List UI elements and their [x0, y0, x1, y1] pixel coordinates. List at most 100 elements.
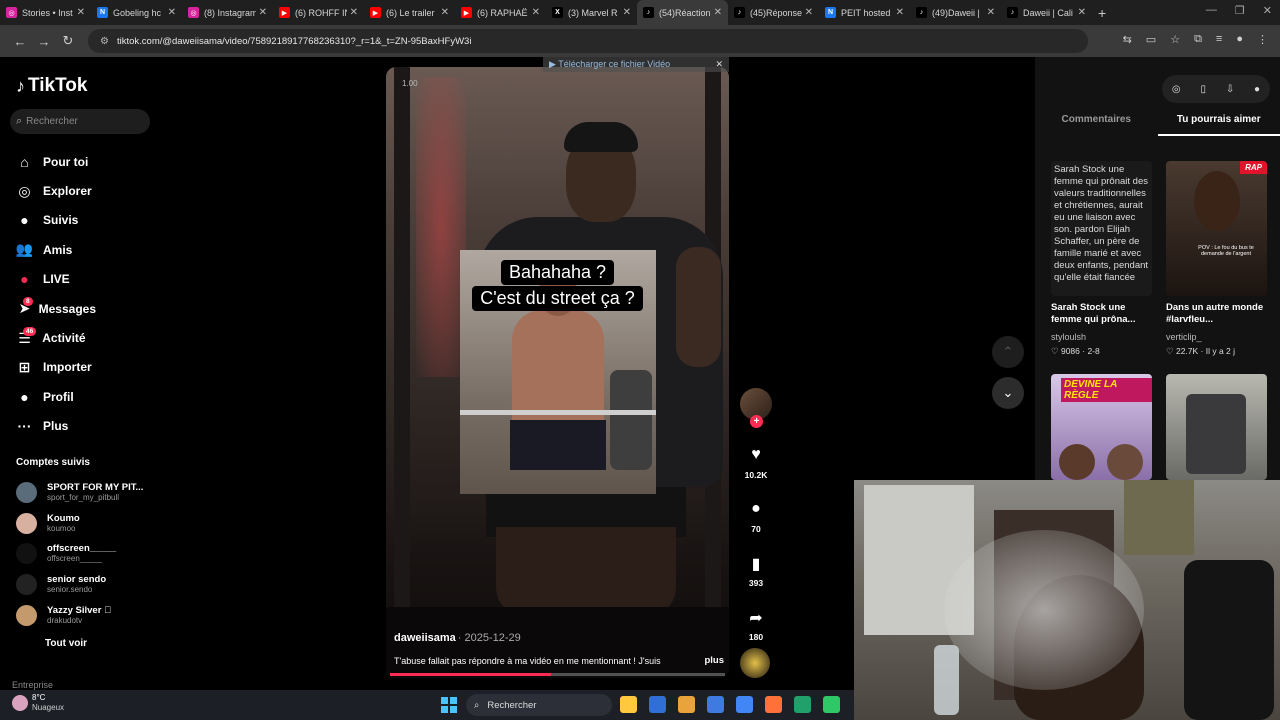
tab-close-icon[interactable]: ✕ — [77, 7, 85, 18]
recommended-card[interactable]: DEVINE LA RÈGLE — [1051, 374, 1152, 480]
taskbar-app-icon[interactable] — [765, 696, 782, 713]
card-thumbnail[interactable]: RAP POV : Le fou du bus te demande de l'… — [1166, 161, 1267, 296]
browser-tab[interactable]: ♪ Daweii | Cali ✕ — [1001, 0, 1092, 25]
footer-entreprise[interactable]: Entreprise — [12, 680, 53, 690]
close-window-icon[interactable]: ✕ — [1263, 4, 1272, 17]
browser-tab[interactable]: ♪ (45)Réponse ✕ — [728, 0, 819, 25]
compass-icon[interactable]: ◎ — [1172, 84, 1181, 95]
taskbar-app-icon[interactable] — [736, 696, 753, 713]
comment-action[interactable]: ● 70 — [738, 500, 774, 534]
followed-account[interactable]: senior sendo senior.sendo — [16, 569, 143, 600]
taskbar-app-icon[interactable] — [649, 696, 666, 713]
tab-close-icon[interactable]: ✕ — [623, 7, 631, 18]
browser-tab[interactable]: ▶ (6) RAPHAË ✕ — [455, 0, 546, 25]
search-input[interactable]: ⌕ Rechercher — [10, 109, 150, 134]
sidebar-item-home[interactable]: ⌂ Pour toi — [16, 147, 96, 176]
tab-close-icon[interactable]: ✕ — [532, 7, 540, 18]
sidebar-item-messages[interactable]: ➤ 8 Messages — [16, 294, 96, 323]
share-icon[interactable]: ➦ — [738, 608, 774, 627]
recommended-card[interactable]: Sarah Stock une femme qui prônait des va… — [1051, 161, 1152, 357]
author-name[interactable]: daweiisama — [394, 632, 456, 644]
download-icon[interactable]: ⇩ — [1226, 84, 1234, 95]
browser-tab[interactable]: ◎ Stories • Inst ✕ — [0, 0, 91, 25]
browser-tab[interactable]: ♪ (49)Daweii | ✕ — [910, 0, 1001, 25]
tab-close-icon[interactable]: ✕ — [1078, 7, 1086, 18]
taskbar-app-icon[interactable] — [620, 696, 637, 713]
taskbar-app-icon[interactable] — [707, 696, 724, 713]
sidebar-item-explore[interactable]: ◎ Explorer — [16, 176, 96, 205]
url-field[interactable]: ⚙ tiktok.com/@daweiisama/video/758921891… — [88, 29, 1088, 53]
sidebar-item-following[interactable]: ● Suivis — [16, 206, 96, 235]
extensions-icon[interactable]: ⧉ — [1194, 33, 1202, 46]
bookmark-icon[interactable]: ▮ — [738, 554, 774, 573]
user-avatar[interactable]: ● — [1254, 84, 1260, 95]
followed-account[interactable]: Koumo koumoo — [16, 508, 143, 539]
cast-icon[interactable]: ▭ — [1146, 33, 1156, 46]
taskbar-app-icon[interactable] — [678, 696, 695, 713]
browser-tab[interactable]: ◎ (8) Instagram ✕ — [182, 0, 273, 25]
tab-close-icon[interactable]: ✕ — [259, 7, 267, 18]
browser-tab[interactable]: N Gobeling hc ✕ — [91, 0, 182, 25]
sidebar-item-profile[interactable]: ● Profil — [16, 382, 96, 411]
followed-account[interactable]: offscreen_____ offscreen_____ — [16, 538, 143, 569]
card-title[interactable]: Sarah Stock une femme qui prôna... — [1051, 302, 1152, 328]
tab-close-icon[interactable]: ✕ — [987, 7, 995, 18]
sidebar-item-upload[interactable]: ⊞ Importer — [16, 353, 96, 382]
avatar[interactable] — [16, 543, 37, 565]
weather-widget[interactable]: 8°C Nuageux — [12, 693, 64, 713]
site-settings-icon[interactable]: ⚙ — [100, 36, 109, 47]
profile-icon[interactable]: ● — [1236, 33, 1243, 46]
avatar[interactable] — [16, 604, 37, 626]
close-banner-icon[interactable]: ✕ — [715, 59, 723, 70]
tab-close-icon[interactable]: ✕ — [896, 7, 904, 18]
card-title[interactable]: Dans un autre monde #larvfleu... — [1166, 302, 1267, 328]
tab-comments[interactable]: Commentaires — [1035, 114, 1158, 136]
follow-plus-icon[interactable]: + — [750, 415, 763, 428]
reload-icon[interactable]: ↻ — [56, 33, 80, 49]
music-disc-icon[interactable] — [740, 648, 770, 678]
bookmark-star-icon[interactable]: ☆ — [1170, 33, 1180, 46]
card-thumbnail[interactable]: Sarah Stock une femme qui prônait des va… — [1051, 161, 1152, 296]
avatar[interactable] — [16, 573, 37, 595]
minimize-icon[interactable]: — — [1206, 4, 1217, 17]
video-author[interactable]: daweiisama · 2025-12-29 — [394, 632, 724, 644]
more-button[interactable]: plus — [704, 655, 724, 666]
avatar[interactable] — [16, 481, 37, 503]
followed-account[interactable]: Yazzy Silver 🏻 drakudotv — [16, 600, 143, 631]
like-action[interactable]: ♥ 10.2K — [738, 446, 774, 480]
tab-close-icon[interactable]: ✕ — [350, 7, 358, 18]
heart-icon[interactable]: ♥ — [738, 446, 774, 464]
new-tab-button[interactable]: + — [1098, 5, 1106, 21]
video-progress-bar[interactable] — [390, 673, 725, 676]
restore-icon[interactable]: ❐ — [1235, 4, 1245, 17]
card-user[interactable]: styloulsh — [1051, 332, 1152, 342]
sidebar-item-more[interactable]: ··· Plus — [16, 412, 96, 441]
tab-close-icon[interactable]: ✕ — [441, 7, 449, 18]
taskbar-app-icon[interactable] — [823, 696, 840, 713]
start-button[interactable] — [441, 697, 457, 713]
translate-icon[interactable]: ⇆ — [1123, 33, 1132, 46]
creator-avatar[interactable]: + — [740, 388, 772, 428]
taskbar-app-icon[interactable] — [794, 696, 811, 713]
browser-tab[interactable]: ▶ (6) Le trailer ✕ — [364, 0, 455, 25]
save-action[interactable]: ▮ 393 — [738, 554, 774, 588]
sidebar-item-live[interactable]: ● LIVE — [16, 265, 96, 294]
next-video-button[interactable]: ⌄ — [992, 377, 1024, 409]
back-icon[interactable]: ← — [8, 34, 32, 49]
recommended-card[interactable] — [1166, 374, 1267, 480]
video-player[interactable]: 1.00 Bahahaha ? C'est du street ça ? daw… — [386, 67, 729, 678]
share-action[interactable]: ➦ 180 — [738, 608, 774, 642]
tab-recommended[interactable]: Tu pourrais aimer — [1157, 114, 1280, 136]
see-all-link[interactable]: Tout voir — [45, 638, 87, 649]
sidebar-item-friends[interactable]: 👥 Amis — [16, 235, 96, 264]
avatar[interactable] — [16, 512, 37, 534]
previous-video-button[interactable]: ⌃ — [992, 336, 1024, 368]
browser-tab[interactable]: ▶ (6) ROHFF IN ✕ — [273, 0, 364, 25]
card-user[interactable]: verticlip_ — [1166, 332, 1267, 342]
tab-close-icon[interactable]: ✕ — [714, 7, 722, 18]
forward-icon[interactable]: → — [32, 34, 56, 49]
tab-close-icon[interactable]: ✕ — [805, 7, 813, 18]
media-icon[interactable]: ≡ — [1216, 33, 1222, 46]
tab-close-icon[interactable]: ✕ — [168, 7, 176, 18]
recommended-card[interactable]: RAP POV : Le fou du bus te demande de l'… — [1166, 161, 1267, 357]
